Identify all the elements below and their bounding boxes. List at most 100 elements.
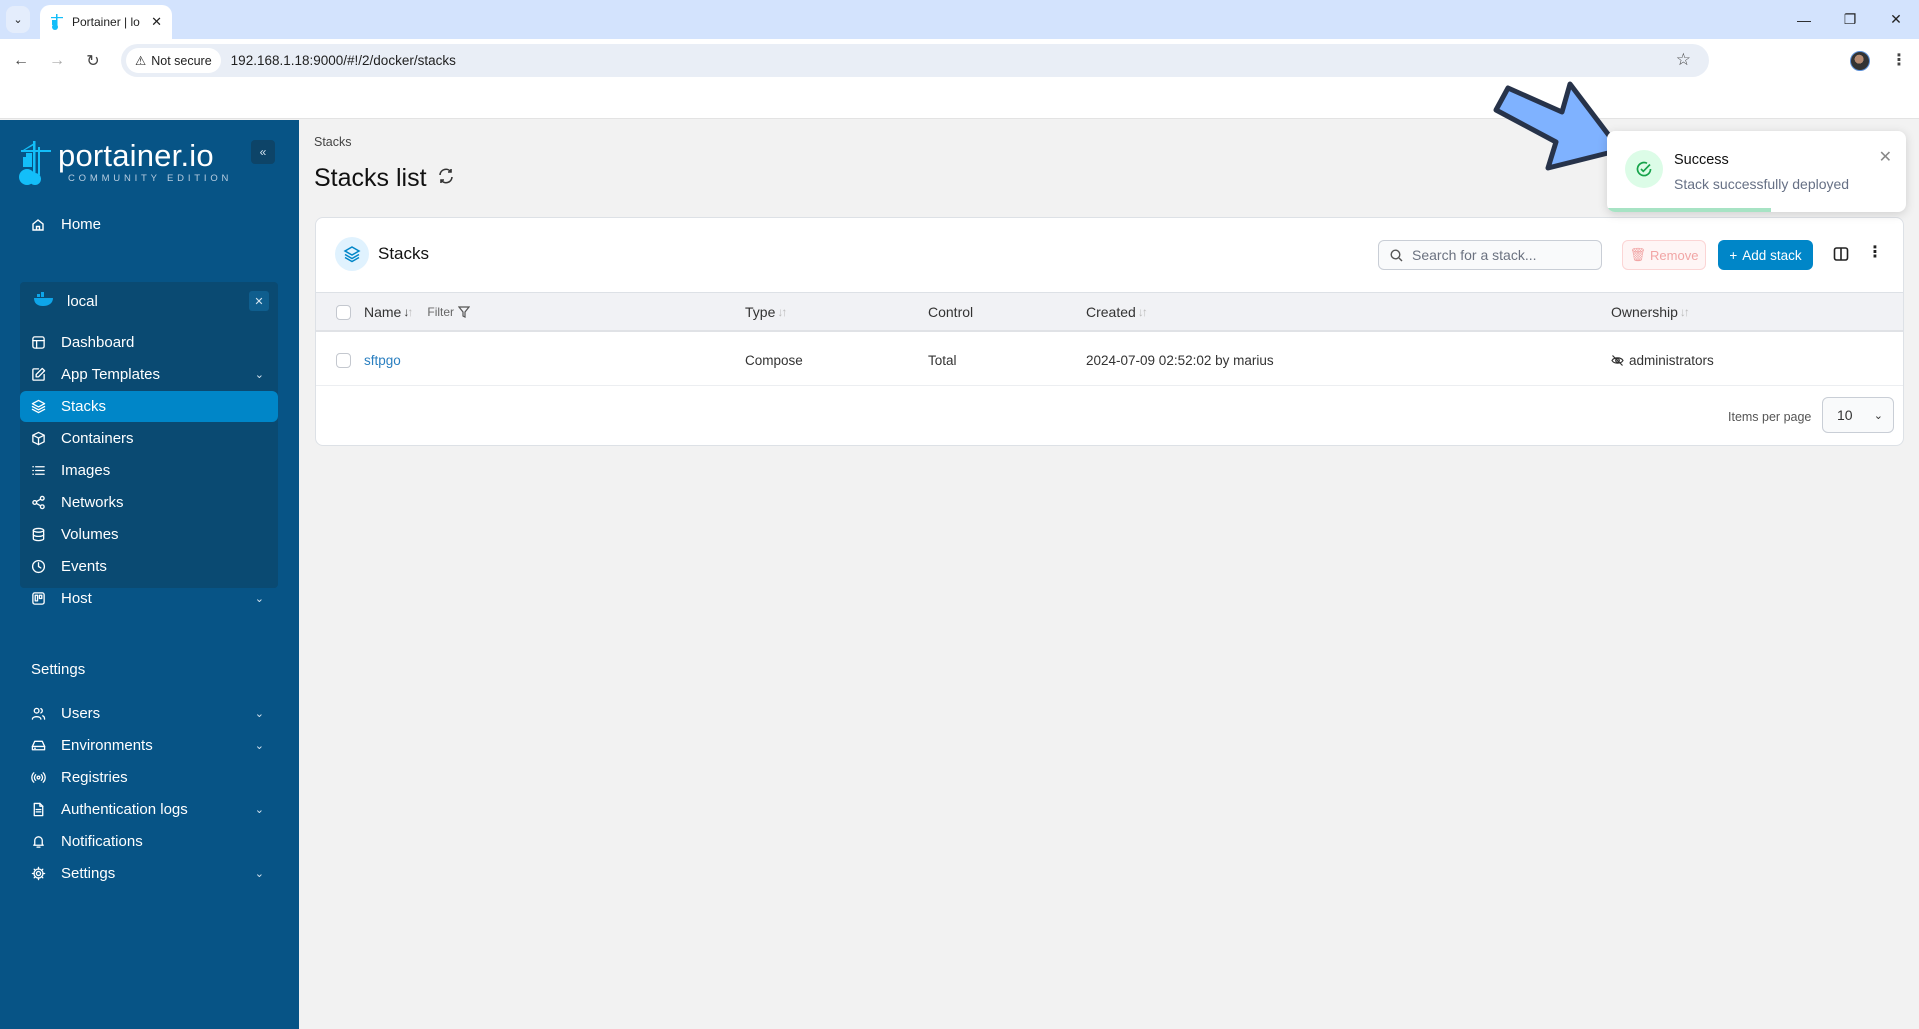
refresh-icon[interactable]: [437, 167, 455, 191]
search-icon: [1390, 248, 1403, 261]
gear-icon: [30, 866, 46, 882]
chevron-down-icon[interactable]: ⌄: [255, 707, 264, 720]
sidebar-item-containers[interactable]: Containers: [20, 423, 278, 454]
omnibox[interactable]: ⚠ Not secure 192.168.1.18:9000/#!/2/dock…: [121, 44, 1709, 77]
filter-icon: [458, 306, 471, 318]
sidebar-item-label: Environments: [61, 737, 153, 754]
portainer-favicon-icon: [51, 14, 63, 30]
column-type-label: Type: [745, 304, 776, 320]
close-environment-icon[interactable]: ✕: [249, 291, 269, 311]
sidebar-item-events[interactable]: Events: [20, 551, 278, 582]
profile-avatar[interactable]: [1850, 51, 1870, 71]
sidebar-item-label: Settings: [61, 865, 116, 882]
sidebar-item-host[interactable]: Host ⌄: [20, 583, 278, 614]
sidebar-item-label: Registries: [61, 769, 128, 786]
browser-tab-bar: ⌄ Portainer | lo ✕ — ❐ ✕: [0, 0, 1919, 39]
portainer-logo[interactable]: portainer.io COMMUNITY EDITION: [18, 138, 233, 187]
sidebar-item-registries[interactable]: Registries: [20, 762, 278, 793]
bookmark-star-icon[interactable]: ☆: [1676, 50, 1691, 70]
environment-header[interactable]: local ✕: [20, 282, 278, 320]
restore-icon[interactable]: ❐: [1827, 0, 1873, 39]
select-all-checkbox[interactable]: [336, 305, 351, 320]
sidebar-item-users[interactable]: Users ⌄: [20, 698, 278, 729]
card-title-text: Stacks: [378, 244, 430, 263]
home-icon: [30, 217, 46, 233]
chevron-down-icon[interactable]: ⌄: [255, 803, 264, 816]
sidebar-item-settings[interactable]: Settings ⌄: [20, 858, 278, 889]
sidebar-item-stacks[interactable]: Stacks: [20, 391, 278, 422]
breadcrumb[interactable]: Stacks: [314, 135, 352, 149]
clock-icon: [30, 559, 46, 575]
filter-button[interactable]: Filter: [427, 305, 471, 319]
browser-tab[interactable]: Portainer | lo ✕: [40, 5, 172, 39]
row-checkbox[interactable]: [336, 353, 351, 368]
check-circle-icon: [1625, 150, 1663, 188]
column-name[interactable]: Name ↓↑ Filter: [364, 304, 471, 320]
logo-text: portainer.io: [58, 138, 214, 173]
close-tab-icon[interactable]: ✕: [151, 14, 162, 30]
column-ownership[interactable]: Ownership ↓↑: [1611, 304, 1690, 320]
more-options-icon[interactable]: ⋮: [1867, 242, 1883, 262]
not-secure-badge[interactable]: ⚠ Not secure: [126, 48, 221, 73]
search-field[interactable]: [1378, 240, 1602, 270]
warning-icon: ⚠: [135, 54, 147, 68]
search-input[interactable]: [1412, 247, 1592, 263]
sidebar-item-home[interactable]: Home: [20, 209, 278, 240]
column-created[interactable]: Created ↓↑: [1086, 304, 1148, 320]
stack-name-link[interactable]: sftpgo: [364, 353, 401, 368]
back-icon[interactable]: ←: [9, 49, 33, 73]
close-window-icon[interactable]: ✕: [1873, 0, 1919, 39]
sidebar-item-notifications[interactable]: Notifications: [20, 826, 278, 857]
items-per-page-select[interactable]: 10 ⌄: [1822, 397, 1894, 433]
table-header: Name ↓↑ Filter Type ↓↑ Control Created ↓…: [316, 292, 1903, 332]
sidebar-item-label: Volumes: [61, 526, 119, 543]
sidebar-item-networks[interactable]: Networks: [20, 487, 278, 518]
sort-icon: ↓↑: [403, 305, 413, 319]
reload-icon[interactable]: ↻: [81, 49, 105, 73]
column-ownership-label: Ownership: [1611, 304, 1678, 320]
edit-icon: [30, 367, 46, 383]
stack-control: Total: [928, 353, 957, 368]
chevron-down-icon[interactable]: ⌄: [255, 867, 264, 880]
column-control-label: Control: [928, 304, 974, 320]
chevron-down-icon[interactable]: ⌄: [255, 592, 264, 605]
docker-icon: [33, 290, 55, 311]
browser-menu-icon[interactable]: ⋮: [1891, 50, 1907, 70]
collapse-sidebar-button[interactable]: «: [251, 140, 275, 164]
sidebar-item-images[interactable]: Images: [20, 455, 278, 486]
column-control: Control: [928, 304, 973, 320]
tab-search-button[interactable]: ⌄: [6, 6, 30, 33]
sidebar-item-dashboard[interactable]: Dashboard: [20, 327, 278, 358]
chevron-down-icon[interactable]: ⌄: [255, 368, 264, 381]
settings-heading: Settings: [31, 661, 86, 678]
columns-icon[interactable]: [1833, 246, 1849, 262]
url-text[interactable]: 192.168.1.18:9000/#!/2/docker/stacks: [231, 53, 456, 68]
eye-off-icon: [1611, 355, 1624, 366]
trello-icon: [30, 591, 46, 607]
card-title: Stacks: [335, 237, 429, 271]
forward-icon[interactable]: →: [45, 49, 69, 73]
sidebar-item-authentication-logs[interactable]: Authentication logs ⌄: [20, 794, 278, 825]
column-type[interactable]: Type ↓↑: [745, 304, 787, 320]
items-per-page-label: Items per page: [1728, 410, 1812, 424]
stack-ownership: administrators: [1611, 353, 1714, 368]
sidebar-item-volumes[interactable]: Volumes: [20, 519, 278, 550]
database-icon: [30, 527, 46, 543]
sidebar-item-label: Home: [61, 216, 102, 233]
sidebar-item-environments[interactable]: Environments ⌄: [20, 730, 278, 761]
chevron-down-icon[interactable]: ⌄: [255, 739, 264, 752]
stack-created: 2024-07-09 02:52:02 by marius: [1086, 353, 1274, 368]
sidebar-item-label: Containers: [61, 430, 134, 447]
chevron-down-icon: ⌄: [1873, 409, 1883, 422]
sidebar-item-app-templates[interactable]: App Templates ⌄: [20, 359, 278, 390]
users-icon: [30, 706, 46, 722]
minimize-icon[interactable]: —: [1781, 0, 1827, 39]
page-title: Stacks list: [314, 164, 455, 193]
sidebar-item-label: Notifications: [61, 833, 143, 850]
close-toast-icon[interactable]: ✕: [1879, 147, 1892, 167]
layers-icon: [335, 237, 369, 271]
toast-progress-bar: [1607, 208, 1772, 212]
logo-subtitle: COMMUNITY EDITION: [68, 173, 233, 184]
remove-button[interactable]: 🗑 Remove: [1622, 240, 1706, 270]
add-stack-button[interactable]: + Add stack: [1718, 240, 1813, 270]
